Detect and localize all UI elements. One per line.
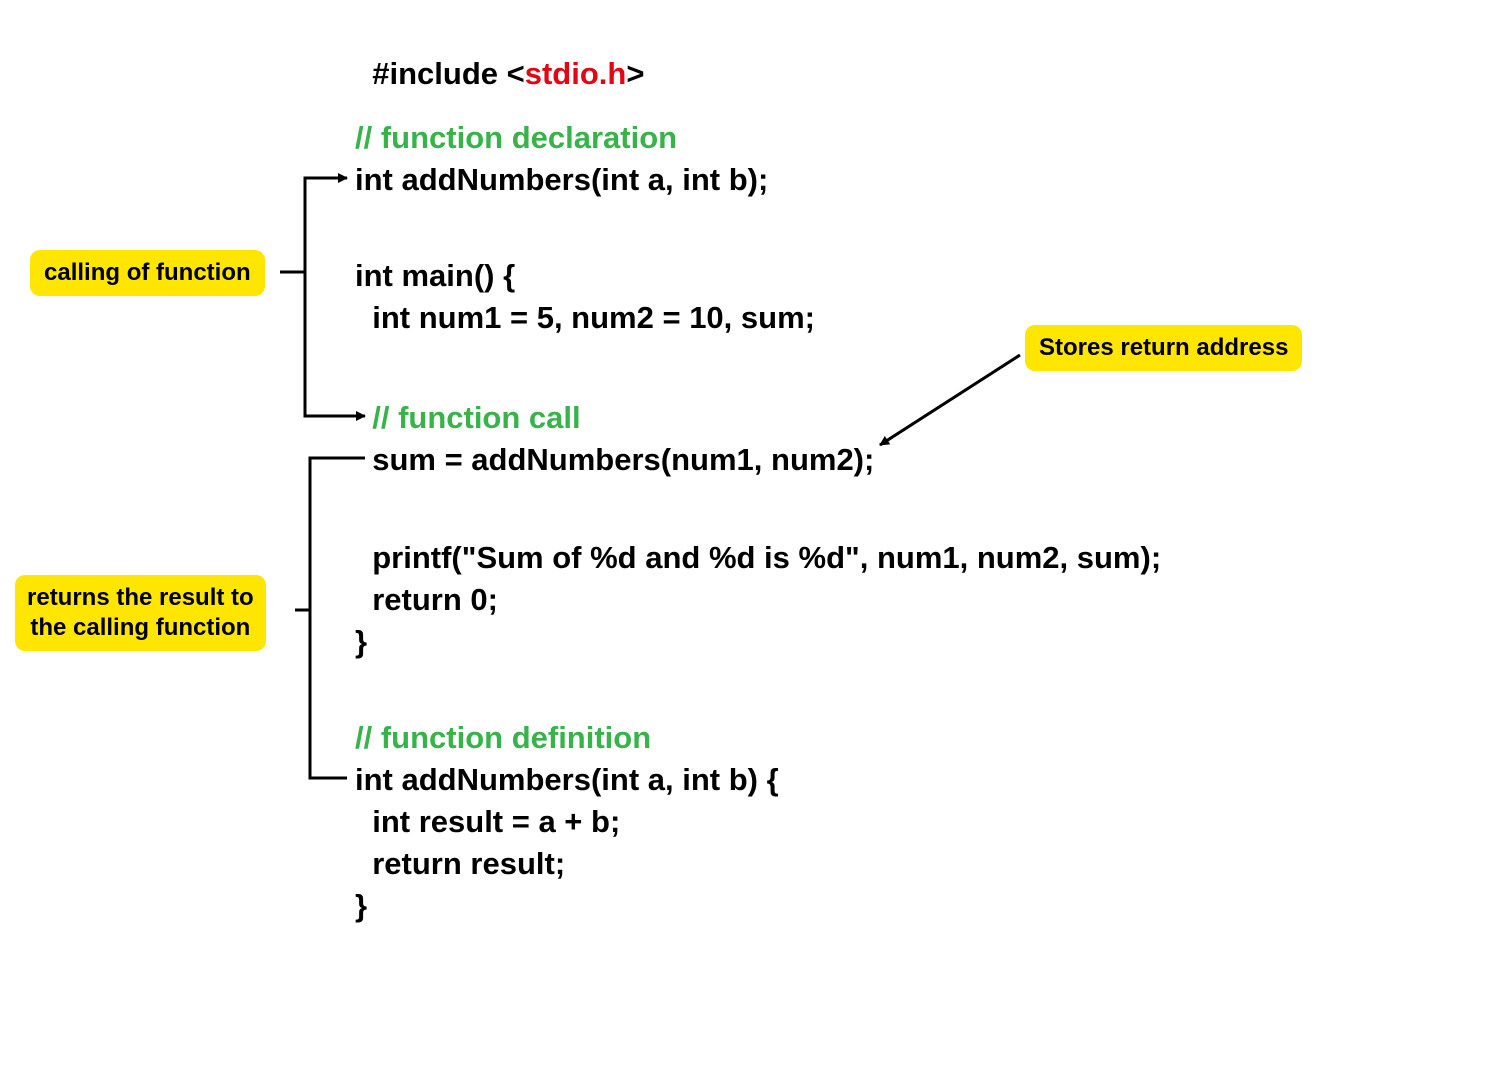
connectors: [0, 0, 1512, 1067]
arrow-stores: [880, 355, 1020, 445]
arrow-returns: [295, 458, 365, 778]
arrow-calling: [280, 178, 365, 416]
